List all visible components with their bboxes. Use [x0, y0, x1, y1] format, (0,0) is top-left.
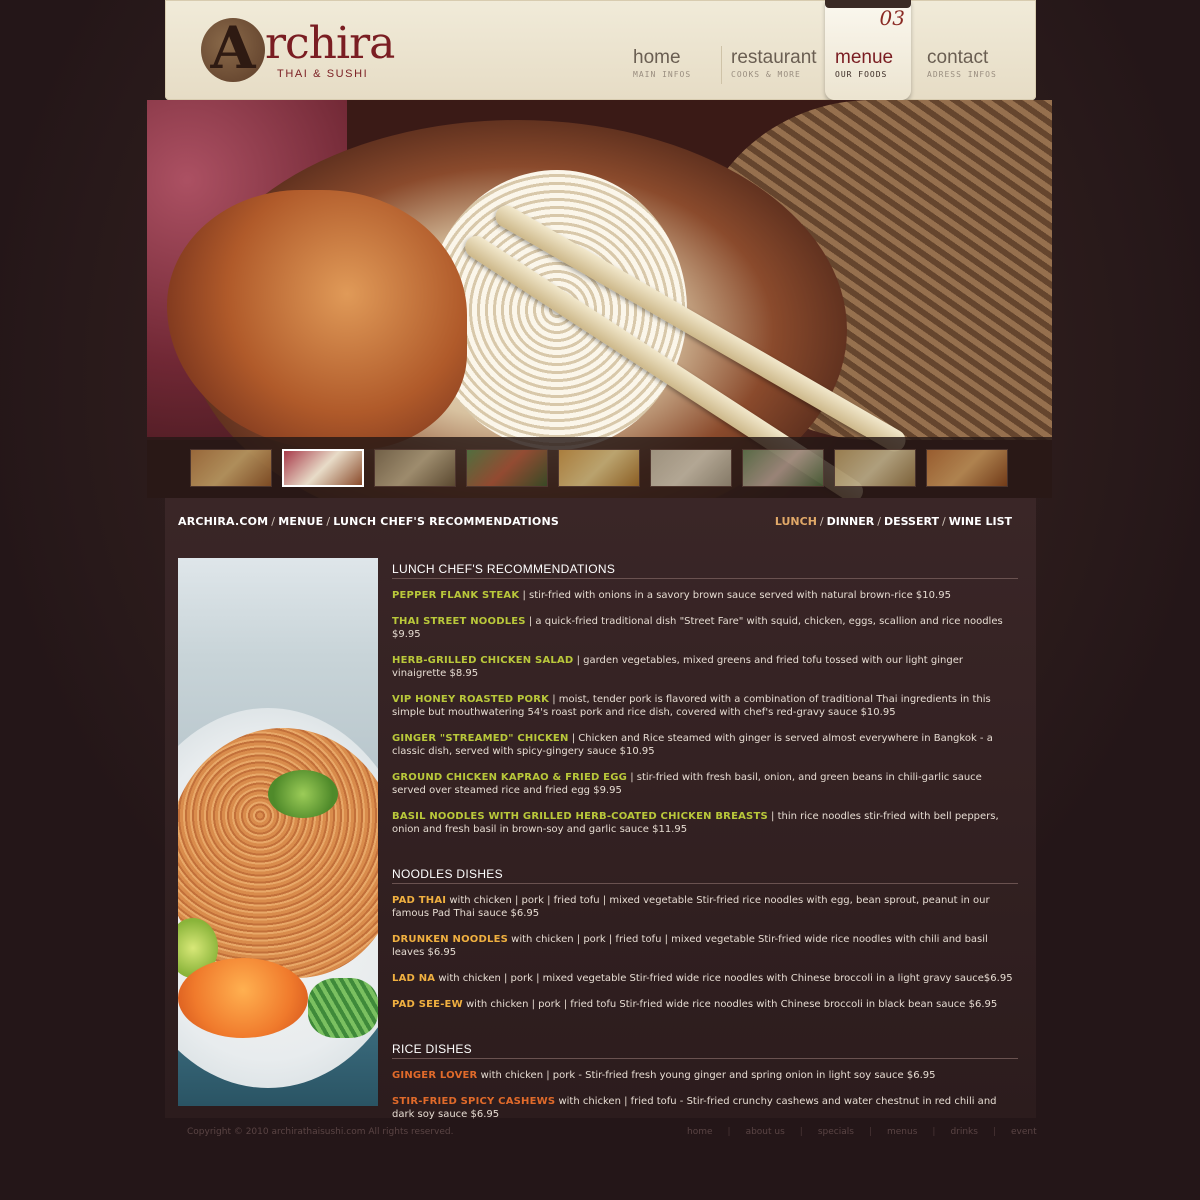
site-logo[interactable]: A rchira THAI & SUSHI: [201, 14, 401, 82]
main-nav: home MAIN INFOS restaurant COOKS & MORE …: [623, 0, 1015, 100]
menu-item-name: PEPPER FLANK STEAK: [392, 590, 520, 601]
section-lunch: LUNCH CHEF'S RECOMMENDATIONS PEPPER FLAN…: [392, 562, 1018, 836]
breadcrumb: ARCHIRA.COM / MENUE / LUNCH CHEF'S RECOMMEND…: [178, 515, 559, 528]
menu-switch-separator: /: [877, 515, 881, 528]
section-noodles: NOODLES DISHES PAD THAI with chicken | p…: [392, 867, 1018, 1011]
menu-link-lunch[interactable]: LUNCH: [775, 515, 817, 528]
menu-item: PAD SEE-EW with chicken | pork | fried t…: [392, 998, 1018, 1011]
breadcrumb-menue[interactable]: MENUE: [278, 515, 323, 528]
menu-link-dessert[interactable]: DESSERT: [884, 515, 939, 528]
nav-home-sub: MAIN INFOS: [633, 70, 692, 79]
menu-item: GINGER LOVER with chicken | pork - Stir-…: [392, 1069, 1018, 1082]
thumbnail[interactable]: [742, 449, 824, 487]
breadcrumb-home[interactable]: ARCHIRA.COM: [178, 515, 268, 528]
menu-item-name: GINGER "STREAMED" CHICKEN: [392, 733, 569, 744]
menu-item-name: VIP HONEY ROASTED PORK: [392, 694, 550, 705]
menu-category-switch: LUNCH / DINNER / DESSERT / WINE LIST: [775, 515, 1012, 528]
breadcrumb-separator: /: [271, 515, 276, 528]
menu-item-name: PAD THAI: [392, 895, 447, 906]
menu-item-desc: with chicken | pork | fried tofu | mixed…: [392, 895, 990, 919]
fried-rice-photo: [178, 558, 378, 1106]
thumbnail[interactable]: [834, 449, 916, 487]
footer-link-event[interactable]: event: [996, 1127, 1052, 1137]
thumbnail[interactable]: [558, 449, 640, 487]
menu-item-name: STIR-FRIED SPICY CASHEWS: [392, 1096, 556, 1107]
nav-menue-sub: OUR FOODS: [835, 70, 888, 79]
menu-item-desc: with chicken | pork - Stir-fried fresh y…: [477, 1070, 936, 1081]
menu-item-desc: | stir-fried with onions in a savory bro…: [519, 590, 951, 601]
section-rice: RICE DISHES GINGER LOVER with chicken | …: [392, 1042, 1018, 1121]
menu-item: GINGER "STREAMED" CHICKEN | Chicken and …: [392, 732, 1018, 758]
breadcrumb-current: LUNCH CHEF'S RECOMMENDATIONS: [333, 515, 560, 528]
nav-menue-number: 03: [879, 6, 905, 30]
thumbnail-strip: [147, 437, 1052, 498]
menu-item-name: THAI STREET NOODLES: [392, 616, 526, 627]
logo-wordmark: rchira: [265, 18, 395, 69]
footer-link-drinks[interactable]: drinks: [935, 1127, 993, 1137]
nav-restaurant-sub: COOKS & MORE: [731, 70, 801, 79]
menu-item: VIP HONEY ROASTED PORK | moist, tender p…: [392, 693, 1018, 719]
thumbnail[interactable]: [926, 449, 1008, 487]
menu-item: LAD NA with chicken | pork | mixed veget…: [392, 972, 1018, 985]
nav-home[interactable]: home MAIN INFOS: [623, 0, 721, 100]
menu-link-dinner[interactable]: DINNER: [827, 515, 875, 528]
footer-link-about-us[interactable]: about us: [731, 1127, 800, 1137]
thumbnail[interactable]: [466, 449, 548, 487]
logo-subtitle: THAI & SUSHI: [277, 68, 369, 80]
menu-item-name: DRUNKEN NOODLES: [392, 934, 508, 945]
logo-letter: A: [210, 14, 256, 82]
footer-nav: home | about us | specials | menus | drinks |…: [672, 1127, 1052, 1137]
menu-item: STIR-FRIED SPICY CASHEWS with chicken | …: [392, 1095, 1018, 1121]
menu-item-name: GINGER LOVER: [392, 1070, 478, 1081]
menu-item: BASIL NOODLES WITH GRILLED HERB-COATED C…: [392, 810, 1018, 836]
footer-link-home[interactable]: home: [672, 1127, 728, 1137]
thumbnail[interactable]: [190, 449, 272, 487]
menu-item-name: LAD NA: [392, 973, 436, 984]
nav-menue-label: menue: [835, 47, 894, 68]
menu-item: PAD THAI with chicken | pork | fried tof…: [392, 894, 1018, 920]
menu-item: PEPPER FLANK STEAK | stir-fried with oni…: [392, 589, 1018, 602]
menu-listing: LUNCH CHEF'S RECOMMENDATIONS PEPPER FLAN…: [392, 562, 1018, 1134]
thumbnail[interactable]: [650, 449, 732, 487]
menu-item: THAI STREET NOODLES | a quick-fried trad…: [392, 615, 1018, 641]
nav-home-label: home: [633, 47, 681, 68]
menu-link-wine-list[interactable]: WINE LIST: [949, 515, 1012, 528]
menu-item-name: GROUND CHICKEN KAPRAO & FRIED EGG: [392, 772, 628, 783]
menu-switch-separator: /: [819, 515, 824, 528]
hero-image: [147, 100, 1052, 498]
section-title-rice: RICE DISHES: [392, 1042, 1018, 1059]
footer-copyright: Copyright © 2010 archirathaisushi.com Al…: [187, 1127, 454, 1137]
menu-item-name: HERB-GRILLED CHICKEN SALAD: [392, 655, 574, 666]
breadcrumb-separator: /: [326, 515, 331, 528]
menu-item: HERB-GRILLED CHICKEN SALAD | garden vege…: [392, 654, 1018, 680]
footer-link-menus[interactable]: menus: [872, 1127, 932, 1137]
thumbnail[interactable]: [374, 449, 456, 487]
nav-contact[interactable]: contact ADRESS INFOS: [917, 0, 1015, 100]
footer-link-specials[interactable]: specials: [803, 1127, 869, 1137]
nav-menue[interactable]: 03 menue OUR FOODS: [825, 0, 911, 100]
nav-contact-label: contact: [927, 47, 989, 68]
nav-restaurant-label: restaurant: [731, 47, 817, 68]
section-title-noodles: NOODLES DISHES: [392, 867, 1018, 884]
nav-contact-sub: ADRESS INFOS: [927, 70, 997, 79]
nav-restaurant[interactable]: restaurant COOKS & MORE: [721, 0, 819, 100]
menu-item-name: PAD SEE-EW: [392, 999, 463, 1010]
menu-item-desc: with chicken | pork | fried tofu Stir-fr…: [462, 999, 998, 1010]
photo-cilantro: [268, 770, 338, 818]
menu-item: DRUNKEN NOODLES with chicken | pork | fr…: [392, 933, 1018, 959]
thumbnail-active[interactable]: [282, 449, 364, 487]
site-header: A rchira THAI & SUSHI home MAIN INFOS re…: [165, 0, 1036, 100]
photo-tomato: [178, 958, 308, 1038]
photo-greens: [308, 978, 378, 1038]
section-title-lunch: LUNCH CHEF'S RECOMMENDATIONS: [392, 562, 1018, 579]
menu-switch-separator: /: [941, 515, 946, 528]
menu-item: GROUND CHICKEN KAPRAO & FRIED EGG | stir…: [392, 771, 1018, 797]
menu-item-desc: with chicken | pork | mixed vegetable St…: [435, 973, 1013, 984]
menu-item-name: BASIL NOODLES WITH GRILLED HERB-COATED C…: [392, 811, 768, 822]
